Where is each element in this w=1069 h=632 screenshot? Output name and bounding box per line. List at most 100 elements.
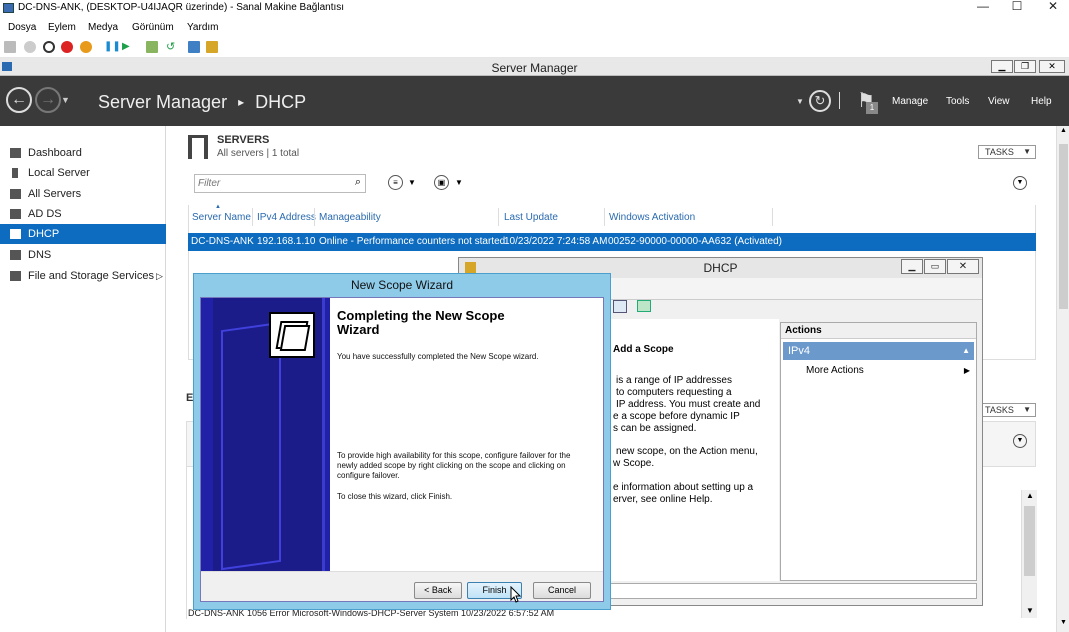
refresh-icon[interactable]: ↻ [809,90,831,112]
sidebar-item-ad-ds[interactable]: AD DS [0,204,166,224]
expand-chevron-icon[interactable]: ▼ [1013,176,1027,190]
properties-icon[interactable] [613,300,627,313]
cancel-button[interactable]: Cancel [533,582,591,599]
col-server-name[interactable]: Server Name [192,212,251,223]
scroll-up-icon[interactable]: ▲ [1026,491,1034,500]
cell-ipv4: 192.168.1.10 [257,236,316,247]
sidebar-item-dns[interactable]: DNS [0,245,166,265]
dhcp-window-icon [465,262,476,273]
scroll-up-icon[interactable]: ▲ [1060,127,1067,134]
dhcp-icon [10,229,21,239]
menu-gorunum[interactable]: Görünüm [132,22,174,33]
more-actions-item[interactable]: More Actions ▶ [806,364,974,378]
wizard-close-text: To close this wizard, click Finish. [337,492,453,501]
collapse-up-icon[interactable]: ▲ [962,342,970,360]
sidebar-item-all-servers[interactable]: All Servers [0,184,166,204]
manage-menu[interactable]: Manage [892,96,928,107]
turn-off-icon[interactable] [43,41,55,53]
help-menu[interactable]: Help [1031,96,1052,107]
info-line: is a range of IP addresses [616,375,732,386]
scroll-down-icon[interactable]: ▼ [1060,619,1067,626]
info-line: w Scope. [613,458,655,469]
table-row[interactable]: DC-DNS-ANK 192.168.1.10 Online - Perform… [188,233,1036,251]
save-query-dropdown-icon[interactable]: ▼ [455,178,463,187]
menu-yardim[interactable]: Yardım [187,22,219,33]
revert-icon[interactable]: ↺ [166,41,178,53]
sm-restore-icon[interactable]: ❐ [1014,60,1036,73]
scroll-thumb[interactable] [1059,144,1068,309]
more-actions-label: More Actions [806,365,864,376]
main-scrollbar[interactable]: ▲ ▼ [1056,126,1069,632]
events-expand-icon[interactable]: ▼ [1013,434,1027,448]
wizard-success-text: You have successfully completed the New … [337,352,539,361]
menu-dosya[interactable]: Dosya [8,22,36,33]
col-activation[interactable]: Windows Activation [609,212,695,223]
history-dropdown-icon[interactable]: ▼ [61,95,70,105]
resume-icon[interactable]: ▶ [122,41,134,53]
events-row[interactable]: DC-DNS-ANK 1056 Error Microsoft-Windows-… [188,608,628,622]
server-manager-title-bar: Server Manager [0,58,1069,76]
dhcp-close-icon[interactable]: ✕ [947,259,979,274]
list-view-icon[interactable]: ≡ [388,175,403,190]
info-line: s can be assigned. [613,423,697,434]
sidebar: Dashboard Local Server All Servers AD DS… [0,126,166,632]
sidebar-item-label: DNS [28,249,52,261]
list-view-dropdown-icon[interactable]: ▼ [408,178,416,187]
minimize-icon[interactable]: — [966,0,1000,14]
share-icon[interactable] [206,41,218,53]
save-query-icon[interactable]: ▣ [434,175,449,190]
search-icon[interactable]: ⌕ [355,176,361,189]
col-manageability[interactable]: Manageability [319,212,381,223]
info-line: e information about setting up a [613,482,754,493]
ctrl-alt-del-icon[interactable] [4,41,16,53]
start-icon[interactable] [24,41,36,53]
servers-icon [10,189,21,199]
tools-menu[interactable]: Tools [946,96,969,107]
shutdown-icon[interactable] [61,41,73,53]
scroll-thumb[interactable] [1024,506,1035,576]
enhanced-session-icon[interactable] [188,41,200,53]
sidebar-item-dhcp[interactable]: DHCP [0,224,166,244]
info-line: e a scope before dynamic IP [613,411,740,422]
col-ipv4[interactable]: IPv4 Address [257,212,316,223]
monitor-icon[interactable] [637,300,651,312]
sm-minimize-icon[interactable]: ▁ [991,60,1013,73]
events-scrollbar[interactable]: ▲ ▼ [1021,490,1037,618]
refresh-dropdown-icon[interactable]: ▼ [796,97,804,106]
view-menu[interactable]: View [988,96,1010,107]
close-icon[interactable]: ✕ [1036,0,1069,14]
sidebar-item-local-server[interactable]: Local Server [0,163,166,183]
servers-tasks-dropdown[interactable]: TASKS ▼ [978,145,1036,159]
dhcp-minimize-icon[interactable]: ▁ [901,259,923,274]
info-line: erver, see online Help. [613,494,713,505]
filter-input[interactable] [195,175,345,192]
events-tasks-dropdown[interactable]: TASKS ▼ [978,403,1036,417]
breadcrumb-root[interactable]: Server Manager [98,92,227,112]
sidebar-item-file-storage[interactable]: File and Storage Services ▷ [0,266,166,286]
servers-tile-icon [188,135,208,159]
info-line: to computers requesting a [616,387,732,398]
maximize-icon[interactable]: ☐ [1000,0,1034,14]
back-button[interactable]: < Back [414,582,462,599]
menu-eylem[interactable]: Eylem [48,22,76,33]
sidebar-item-label: File and Storage Services [28,270,154,282]
sm-close-icon[interactable]: ✕ [1039,60,1065,73]
col-last-update[interactable]: Last Update [504,212,558,223]
sidebar-item-label: Dashboard [28,147,82,159]
pause-icon[interactable]: ❚❚ [104,41,121,53]
dhcp-restore-icon[interactable]: ▭ [924,259,946,274]
wizard-title-bar: New Scope Wizard [194,274,610,296]
chevron-down-icon: ▼ [1023,405,1031,414]
checkpoint-icon[interactable] [146,41,158,53]
col-dividers [252,208,253,226]
sidebar-item-label: DHCP [28,228,60,240]
back-arrow-icon[interactable]: ← [6,87,32,113]
forward-arrow-icon[interactable]: → [35,87,61,113]
actions-header: Actions [781,323,976,339]
actions-section-ipv4[interactable]: IPv4 ▲ [783,342,974,360]
scroll-down-icon[interactable]: ▼ [1026,606,1034,615]
menu-medya[interactable]: Medya [88,22,118,33]
cell-last-update: 10/23/2022 7:24:58 AM [504,236,608,247]
sidebar-item-dashboard[interactable]: Dashboard [0,143,166,163]
save-state-icon[interactable] [80,41,92,53]
